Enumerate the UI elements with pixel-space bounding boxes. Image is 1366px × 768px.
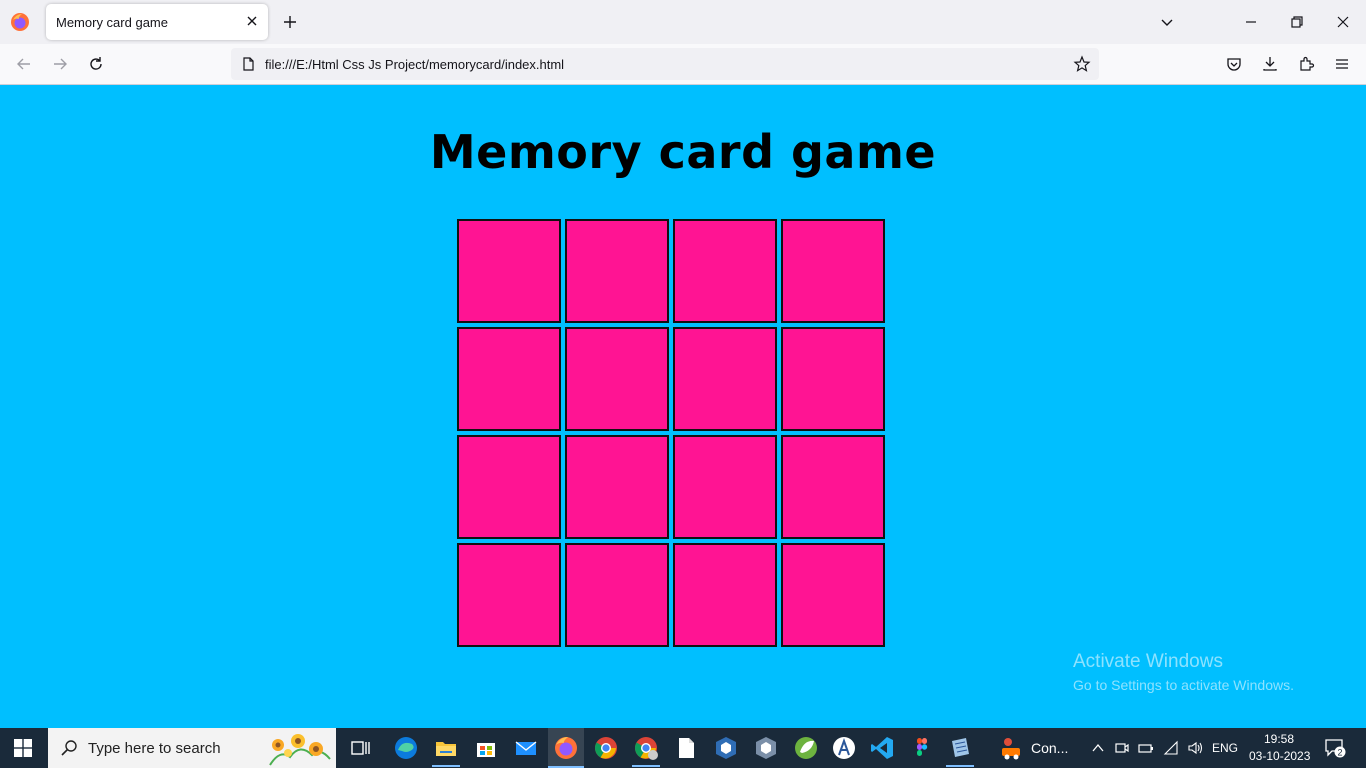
memory-card[interactable] xyxy=(781,219,885,323)
search-placeholder: Type here to search xyxy=(88,740,221,757)
tab-memory-card-game[interactable]: Memory card game xyxy=(46,4,268,40)
search-icon xyxy=(61,740,77,756)
connect-app-icon[interactable] xyxy=(998,734,1026,762)
restore-icon[interactable] xyxy=(1288,13,1306,31)
flowers-decoration-icon xyxy=(269,734,331,766)
chevron-down-icon[interactable] xyxy=(1159,14,1175,30)
notification-icon[interactable]: 2 xyxy=(1324,738,1346,758)
pocket-icon[interactable] xyxy=(1225,55,1243,73)
chrome-profile-icon[interactable] xyxy=(632,734,660,762)
page-title: Memory card game xyxy=(429,125,937,179)
memory-card[interactable] xyxy=(781,435,885,539)
memory-card[interactable] xyxy=(457,327,561,431)
download-icon[interactable] xyxy=(1261,55,1279,73)
plus-icon[interactable] xyxy=(281,13,299,31)
chrome-icon[interactable] xyxy=(592,734,620,762)
virtualbox-icon[interactable] xyxy=(712,734,740,762)
app-running-indicator xyxy=(946,765,974,767)
memory-card[interactable] xyxy=(673,435,777,539)
notepad-icon[interactable] xyxy=(672,734,700,762)
page-content: Memory card game Activate Windows Go to … xyxy=(0,85,1366,728)
taskbar: Type here to search Con... ENG 19:58 03-… xyxy=(0,728,1366,768)
language-indicator[interactable]: ENG xyxy=(1212,741,1238,755)
extensions-icon[interactable] xyxy=(1297,55,1315,73)
bookmark-star-icon[interactable] xyxy=(1073,55,1091,73)
memory-card[interactable] xyxy=(673,327,777,431)
memory-card[interactable] xyxy=(457,219,561,323)
memory-card[interactable] xyxy=(565,327,669,431)
firefox-taskbar-icon[interactable] xyxy=(552,734,580,762)
app-a-icon[interactable] xyxy=(830,734,858,762)
mail-icon[interactable] xyxy=(512,734,540,762)
memory-card[interactable] xyxy=(457,435,561,539)
clock-time[interactable]: 19:58 xyxy=(1264,732,1294,746)
microsoft-store-icon[interactable] xyxy=(472,734,500,762)
reload-icon[interactable] xyxy=(87,55,105,73)
edge-icon[interactable] xyxy=(392,734,420,762)
close-icon[interactable] xyxy=(244,13,260,29)
battery-icon[interactable] xyxy=(1138,740,1154,756)
task-view-icon[interactable] xyxy=(346,734,374,762)
memory-card[interactable] xyxy=(673,219,777,323)
memory-card[interactable] xyxy=(565,543,669,647)
memory-card[interactable] xyxy=(673,543,777,647)
memory-card[interactable] xyxy=(781,543,885,647)
url-text[interactable]: file:///E:/Html Css Js Project/memorycar… xyxy=(265,57,564,72)
memory-card[interactable] xyxy=(565,219,669,323)
chrome-running-indicator xyxy=(632,765,660,767)
clock-date[interactable]: 03-10-2023 xyxy=(1249,749,1310,763)
virtualbox-manager-icon[interactable] xyxy=(752,734,780,762)
figma-icon[interactable] xyxy=(908,734,936,762)
windows-start-icon[interactable] xyxy=(14,739,32,757)
volume-icon[interactable] xyxy=(1187,740,1203,756)
watermark-line-1: Activate Windows xyxy=(1073,651,1223,672)
memory-card[interactable] xyxy=(457,543,561,647)
connect-app-label[interactable]: Con... xyxy=(1031,740,1068,756)
close-window-icon[interactable] xyxy=(1334,13,1352,31)
spring-tools-icon[interactable] xyxy=(792,734,820,762)
chevron-up-icon[interactable] xyxy=(1090,740,1106,756)
tab-title: Memory card game xyxy=(56,15,168,30)
taskbar-search-box[interactable]: Type here to search xyxy=(48,728,336,768)
file-explorer-running-indicator xyxy=(432,765,460,767)
notification-count: 2 xyxy=(1337,748,1342,758)
file-explorer-icon[interactable] xyxy=(432,734,460,762)
meet-now-icon[interactable] xyxy=(1114,740,1130,756)
browser-toolbar: file:///E:/Html Css Js Project/memorycar… xyxy=(0,44,1366,85)
address-bar[interactable]: file:///E:/Html Css Js Project/memorycar… xyxy=(231,48,1099,80)
browser-tab-strip: Memory card game xyxy=(0,0,1366,44)
firefox-icon[interactable] xyxy=(10,12,30,32)
memory-card[interactable] xyxy=(565,435,669,539)
watermark-line-2: Go to Settings to activate Windows. xyxy=(1073,677,1294,693)
wifi-icon[interactable] xyxy=(1163,740,1179,756)
memory-card[interactable] xyxy=(781,327,885,431)
minimize-icon[interactable] xyxy=(1242,13,1260,31)
activate-windows-watermark: Activate Windows Go to Settings to activ… xyxy=(1073,651,1294,693)
vscode-icon[interactable] xyxy=(868,734,896,762)
page-icon xyxy=(243,57,254,71)
hamburger-menu-icon[interactable] xyxy=(1333,55,1351,73)
card-grid xyxy=(457,219,885,647)
forward-arrow-icon[interactable] xyxy=(51,55,69,73)
app-document-icon[interactable] xyxy=(946,734,974,762)
back-arrow-icon[interactable] xyxy=(15,55,33,73)
